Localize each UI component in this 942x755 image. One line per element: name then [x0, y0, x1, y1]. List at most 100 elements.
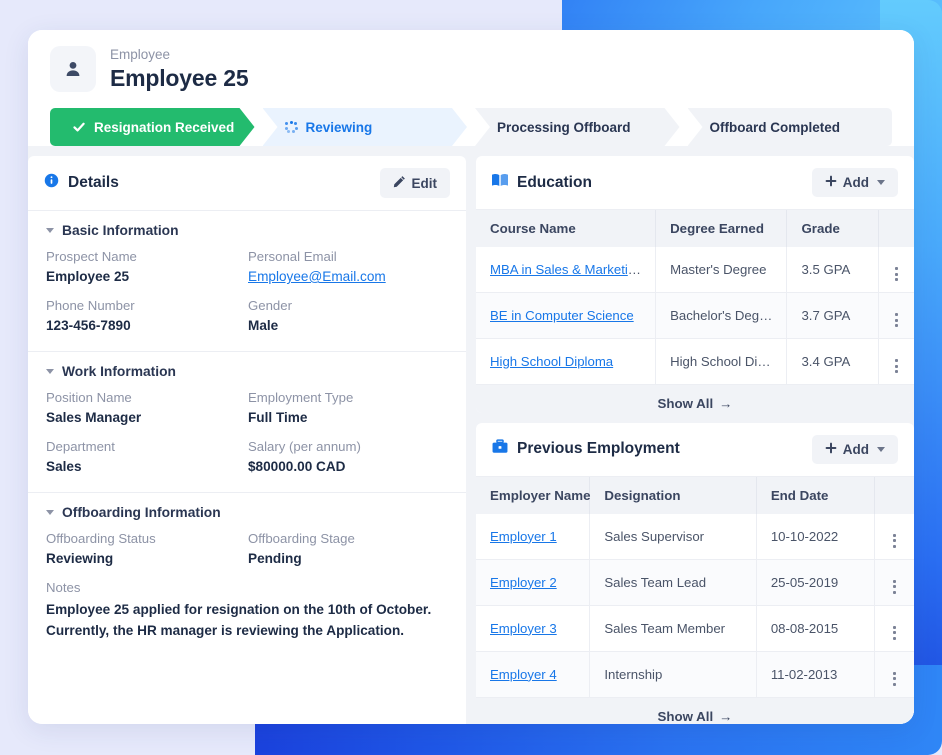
record-type-label: Employee — [110, 46, 171, 62]
employment-employer-cell: Employer 4 — [476, 651, 591, 698]
education-course-link[interactable]: High School Diploma — [490, 354, 613, 369]
education-row-actions[interactable] — [878, 338, 914, 385]
education-panel-header: Education Add — [476, 156, 914, 210]
previous-employment-table-header-row: Employer Name Designation End Date — [476, 476, 914, 514]
section-offboarding-information: Offboarding Information Offboarding Stat… — [28, 493, 466, 657]
details-sections: Basic Information Prospect Name Employee… — [28, 211, 466, 657]
education-course-cell: BE in Computer Science — [476, 292, 657, 339]
employment-col-end-date: End Date — [756, 476, 876, 514]
chevron-down-icon — [46, 510, 54, 515]
step-label: Offboard Completed — [709, 119, 841, 135]
field-personal-email: Personal Email Employee@Email.com — [248, 248, 450, 286]
step-reviewing[interactable]: Reviewing — [263, 108, 468, 146]
field-value: Pending — [248, 551, 302, 566]
previous-employment-title: Previous Employment — [517, 440, 680, 458]
title-row: Employee Employee 25 — [50, 46, 892, 92]
education-course-link[interactable]: BE in Computer Science — [490, 308, 634, 323]
field-label: Prospect Name — [46, 249, 137, 264]
edit-button[interactable]: Edit — [379, 168, 450, 198]
progress-stepper: Resignation Received Reviewing Processin… — [50, 108, 892, 146]
employment-row-actions[interactable] — [874, 605, 914, 652]
field-label: Position Name — [46, 390, 132, 405]
more-options-icon[interactable] — [893, 625, 897, 640]
field-value: Male — [248, 318, 279, 333]
book-icon — [492, 173, 508, 192]
more-options-icon[interactable] — [893, 579, 897, 594]
details-panel-header: Details Edit — [28, 156, 466, 211]
education-add-button[interactable]: Add — [811, 168, 898, 197]
field-value: Sales Manager — [46, 410, 142, 425]
education-grade-cell: 3.7 GPA — [786, 292, 880, 339]
employment-designation-cell: Internship — [589, 651, 757, 698]
section-basic-information: Basic Information Prospect Name Employee… — [28, 211, 466, 352]
education-table-header-row: Course Name Degree Earned Grade — [476, 210, 914, 247]
employment-designation-cell: Sales Supervisor — [589, 513, 757, 560]
employment-row-actions[interactable] — [874, 559, 914, 606]
education-col-degree-earned: Degree Earned — [655, 210, 788, 247]
chevron-down-icon — [46, 228, 54, 233]
employment-employer-link[interactable]: Employer 3 — [490, 621, 557, 636]
employment-row-actions[interactable] — [874, 513, 914, 560]
table-row: Employer 3 Sales Team Member 08-08-2015 — [476, 605, 914, 652]
step-resignation-received[interactable]: Resignation Received — [50, 108, 255, 146]
step-offboard-completed[interactable]: Offboard Completed — [687, 108, 892, 146]
employment-employer-cell: Employer 1 — [476, 513, 591, 560]
education-course-link[interactable]: MBA in Sales & Marketing — [490, 262, 642, 277]
field-offboarding-status: Offboarding Status Reviewing — [46, 530, 248, 568]
field-label: Employment Type — [248, 390, 354, 405]
employment-row-actions[interactable] — [874, 651, 914, 698]
step-label: Resignation Received — [94, 119, 235, 135]
education-col-course-name: Course Name — [476, 210, 657, 247]
more-options-icon[interactable] — [895, 359, 899, 373]
previous-employment-show-all-button[interactable]: Show All → — [476, 697, 914, 724]
field-value: $80000.00 CAD — [248, 459, 346, 474]
employment-designation-cell: Sales Team Lead — [589, 559, 757, 606]
education-show-all-label: Show All — [657, 396, 714, 411]
previous-employment-add-button[interactable]: Add — [811, 434, 898, 464]
education-row-actions[interactable] — [878, 247, 914, 293]
field-value: Sales — [46, 459, 82, 474]
briefcase-icon — [492, 439, 508, 459]
education-show-all-button[interactable]: Show All → — [476, 385, 914, 413]
field-position-name: Position Name Sales Manager — [46, 389, 248, 427]
employment-employer-link[interactable]: Employer 2 — [490, 575, 557, 590]
employment-col-designation: Designation — [589, 476, 757, 514]
step-label: Processing Offboard — [497, 119, 631, 135]
details-column: Details Edit Basic Information Prospect … — [28, 156, 466, 724]
field-label: Gender — [248, 298, 292, 313]
employment-employer-cell: Employer 3 — [476, 605, 591, 652]
info-circle-icon — [44, 173, 59, 193]
employment-employer-link[interactable]: Employer 4 — [490, 667, 557, 682]
more-options-icon[interactable] — [895, 267, 899, 281]
page-title: Employee 25 — [110, 64, 249, 91]
section-offboarding-information-header[interactable]: Offboarding Information — [44, 505, 450, 520]
section-work-information-header[interactable]: Work Information — [44, 364, 450, 379]
education-col-actions — [878, 210, 914, 247]
section-title: Basic Information — [62, 223, 179, 238]
field-label: Department — [46, 439, 115, 454]
step-label: Reviewing — [305, 119, 373, 135]
education-degree-cell: Bachelor's Degree — [655, 292, 788, 339]
more-options-icon[interactable] — [895, 313, 899, 327]
education-course-cell: MBA in Sales & Marketing — [476, 247, 657, 293]
step-processing-offboard[interactable]: Processing Offboard — [475, 108, 680, 146]
check-icon — [72, 120, 86, 134]
employee-detail-card: Employee Employee 25 Resignation Receive… — [28, 30, 914, 724]
section-work-information: Work Information Position Name Sales Man… — [28, 352, 466, 493]
field-notes: Notes Employee 25 applied for resignatio… — [46, 579, 450, 641]
education-row-actions[interactable] — [878, 292, 914, 339]
field-label: Offboarding Stage — [248, 531, 355, 546]
education-course-cell: High School Diploma — [476, 338, 657, 385]
previous-employment-show-all-label: Show All — [657, 708, 714, 724]
employment-employer-link[interactable]: Employer 1 — [490, 529, 557, 544]
field-value: Full Time — [248, 410, 308, 425]
field-value-email-link[interactable]: Employee@Email.com — [248, 268, 450, 286]
employment-col-employer-name: Employer Name — [476, 476, 591, 514]
more-options-icon[interactable] — [893, 671, 897, 686]
more-options-icon[interactable] — [893, 533, 897, 548]
details-panel: Details Edit Basic Information Prospect … — [28, 156, 466, 724]
employment-col-actions — [874, 476, 914, 514]
field-label: Salary (per annum) — [248, 439, 361, 454]
field-salary: Salary (per annum) $80000.00 CAD — [248, 438, 450, 476]
section-basic-information-header[interactable]: Basic Information — [44, 223, 450, 238]
